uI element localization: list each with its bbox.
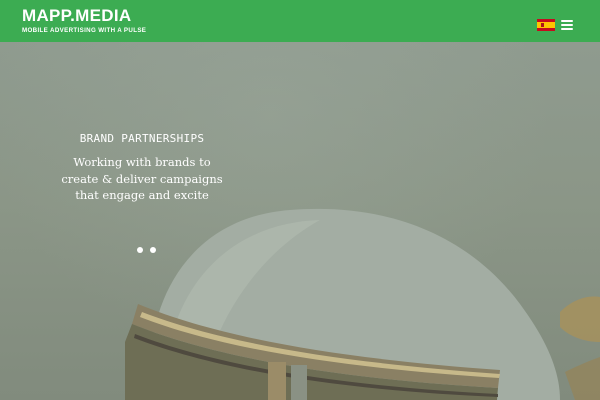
flag-crest: [541, 23, 544, 27]
hero-slider: [0, 42, 600, 400]
logo-wordmark: MAPP.MEDIA: [22, 6, 132, 25]
hero-hat-image: [0, 42, 600, 400]
slide-caption: Working with brands to create & deliver …: [61, 155, 223, 202]
menu-bar-bottom: [561, 28, 573, 30]
spain-flag-icon[interactable]: [537, 19, 555, 31]
flag-yellow-band: [537, 22, 555, 28]
slide-title: BRAND PARTNERSHIPS: [79, 132, 205, 145]
menu-bar-middle: [561, 24, 573, 26]
slider-dots: [135, 247, 165, 255]
hair-strands-lower: [565, 357, 600, 400]
hamburger-menu-icon[interactable]: [561, 19, 573, 31]
hair-strands: [560, 296, 600, 342]
hat-band-loop: [291, 365, 307, 400]
hat-band-buckle: [268, 362, 286, 400]
menu-bar-top: [561, 20, 573, 22]
slider-dot-2[interactable]: [150, 247, 156, 253]
site-logo[interactable]: MAPP.MEDIA MOBILE ADVERTISING WITH A PUL…: [22, 6, 147, 35]
slider-dot-1[interactable]: [137, 247, 143, 253]
slide-text-block: BRAND PARTNERSHIPS Working with brands t…: [42, 132, 242, 204]
site-header: MAPP.MEDIA MOBILE ADVERTISING WITH A PUL…: [0, 0, 600, 42]
logo-tagline: MOBILE ADVERTISING WITH A PULSE: [22, 27, 147, 34]
